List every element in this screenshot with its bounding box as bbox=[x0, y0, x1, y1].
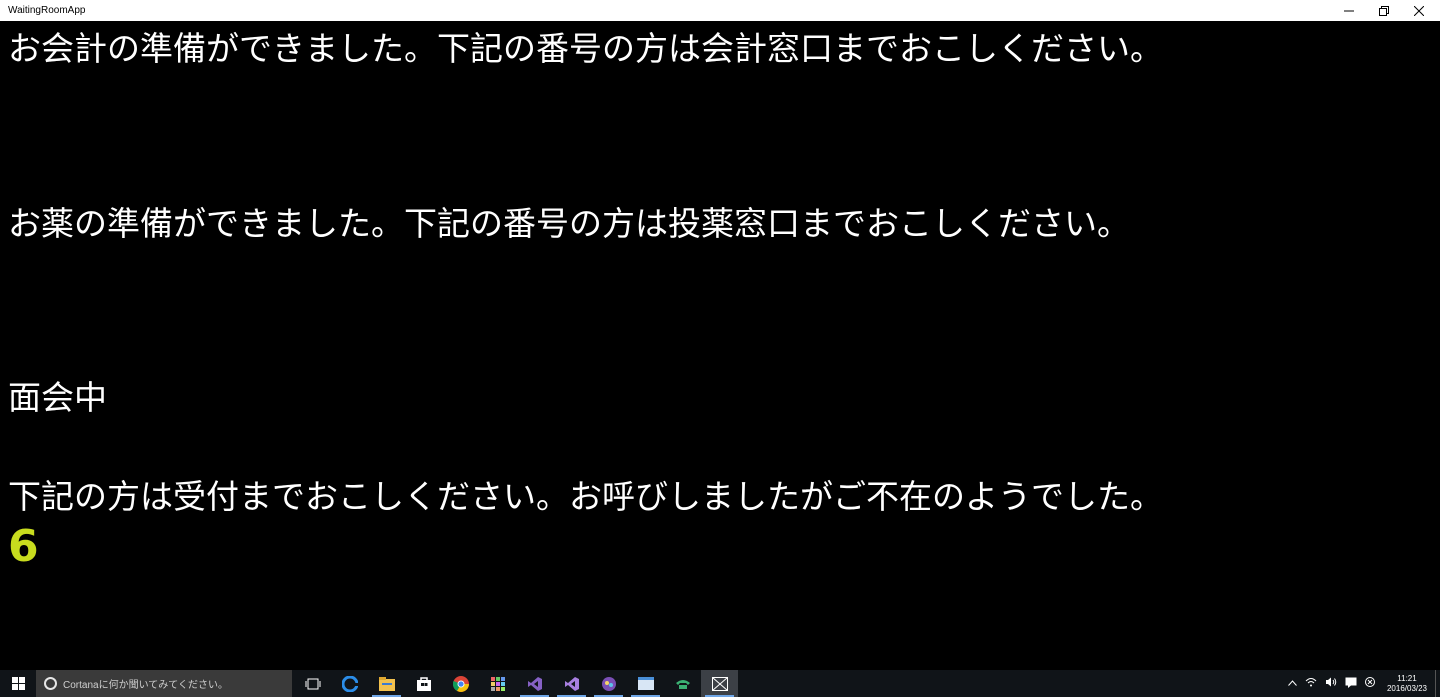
waitingroom-app-button[interactable] bbox=[701, 670, 738, 697]
phone-button[interactable] bbox=[664, 670, 701, 697]
visual-studio-button[interactable] bbox=[516, 670, 553, 697]
chrome-button[interactable] bbox=[442, 670, 479, 697]
volume-icon[interactable] bbox=[1325, 677, 1337, 690]
reception-message: 下記の方は受付までおこしください。お呼びしましたがご不在のようでした。 bbox=[8, 477, 1163, 516]
visiting-label: 面会中 bbox=[8, 378, 107, 417]
window-button[interactable] bbox=[627, 670, 664, 697]
app-grid-button[interactable] bbox=[479, 670, 516, 697]
notification-icon[interactable] bbox=[1365, 677, 1375, 690]
visual-studio-preview-button[interactable] bbox=[553, 670, 590, 697]
minimize-button[interactable] bbox=[1332, 0, 1366, 21]
close-button[interactable] bbox=[1402, 0, 1436, 21]
task-view-icon bbox=[305, 678, 320, 689]
close-icon bbox=[1414, 5, 1424, 16]
store-icon bbox=[416, 677, 431, 691]
visual-studio-icon bbox=[527, 676, 542, 691]
cashier-message: お会計の準備ができました。下記の番号の方は会計窓口までおこしください。 bbox=[8, 29, 1163, 68]
cortana-icon bbox=[44, 677, 57, 690]
clock[interactable]: 11:21 2016/03/23 bbox=[1379, 674, 1435, 694]
file-explorer-button[interactable] bbox=[368, 670, 405, 697]
clock-time: 11:21 bbox=[1397, 673, 1417, 683]
cortana-search-box[interactable]: Cortanaに何か聞いてみてください。 bbox=[36, 670, 292, 697]
clock-date: 2016/03/23 bbox=[1386, 683, 1428, 693]
edge-icon bbox=[341, 675, 358, 692]
restore-icon bbox=[1379, 5, 1389, 16]
game-button[interactable] bbox=[590, 670, 627, 697]
title-bar: WaitingRoomApp bbox=[0, 0, 1440, 21]
reception-number: 6 bbox=[8, 521, 39, 572]
start-button[interactable] bbox=[0, 670, 36, 697]
window-title: WaitingRoomApp bbox=[8, 5, 86, 16]
chrome-icon bbox=[452, 675, 469, 692]
windows-logo-icon bbox=[11, 677, 25, 690]
restore-button[interactable] bbox=[1367, 0, 1401, 21]
taskbar: Cortanaに何か聞いてみてください。 11:21 2016/03/23 bbox=[0, 670, 1440, 697]
app-grid-icon bbox=[490, 676, 505, 691]
show-desktop-button[interactable] bbox=[1435, 670, 1440, 697]
phone-icon bbox=[675, 679, 690, 689]
chevron-up-icon[interactable] bbox=[1288, 678, 1297, 689]
game-icon bbox=[601, 676, 616, 691]
waitingroom-app-icon bbox=[711, 676, 728, 691]
visual-studio-preview-icon bbox=[564, 676, 579, 691]
minimize-icon bbox=[1344, 10, 1354, 11]
pharmacy-message: お薬の準備ができました。下記の番号の方は投薬窓口までおこしください。 bbox=[8, 204, 1130, 243]
system-tray: 11:21 2016/03/23 bbox=[1284, 670, 1440, 697]
search-placeholder: Cortanaに何か聞いてみてください。 bbox=[63, 680, 228, 691]
task-view-button[interactable] bbox=[294, 670, 331, 697]
action-center-icon[interactable] bbox=[1345, 677, 1357, 691]
edge-button[interactable] bbox=[331, 670, 368, 697]
window-icon bbox=[637, 677, 654, 690]
taskbar-apps bbox=[294, 670, 738, 697]
main-content: お会計の準備ができました。下記の番号の方は会計窓口までおこしください。 お薬の準… bbox=[0, 21, 1440, 670]
network-icon[interactable] bbox=[1305, 677, 1317, 690]
file-explorer-icon bbox=[378, 676, 395, 691]
store-button[interactable] bbox=[405, 670, 442, 697]
